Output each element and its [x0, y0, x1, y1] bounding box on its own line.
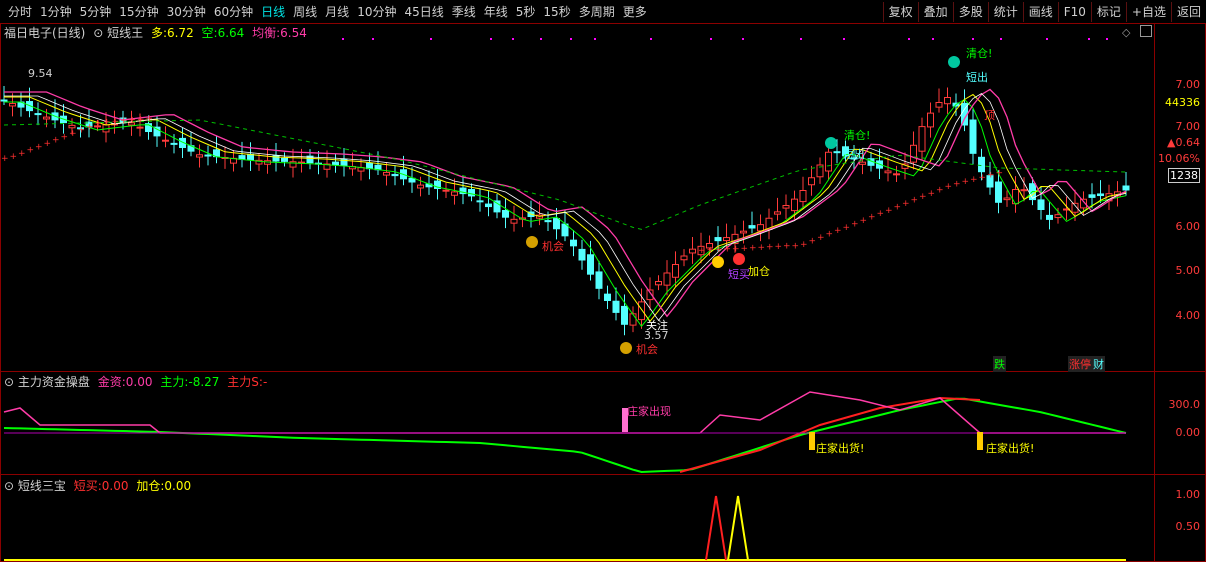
- junheng-label: 均衡:: [252, 26, 281, 40]
- qingcang-label-mid: 清仓!: [844, 129, 871, 142]
- jiacang-label: 加仓: [748, 265, 770, 278]
- axis-volume: 44336: [1165, 96, 1200, 109]
- collapse-icon[interactable]: ⊙: [93, 26, 103, 40]
- zhangting-badge: 涨停: [1068, 356, 1092, 372]
- period-tab[interactable]: 周线: [289, 2, 321, 22]
- period-tab[interactable]: 5分钟: [76, 2, 116, 22]
- junheng-value: 6.54: [280, 26, 307, 40]
- axis-percent: 10.06%: [1158, 152, 1200, 165]
- period-tab[interactable]: 日线: [257, 2, 289, 22]
- period-tab[interactable]: 多周期: [575, 2, 619, 22]
- toolbar-button[interactable]: 统计: [987, 1, 1023, 22]
- toolbar-button[interactable]: F10: [1057, 1, 1091, 22]
- chuhuo-label-2: 庄家出货!: [986, 442, 1035, 455]
- zhulis-label: 主力S:: [227, 375, 263, 389]
- collapse-icon[interactable]: ⊙: [4, 479, 14, 493]
- toolbar-button[interactable]: 复权: [882, 1, 918, 22]
- short-axis-05: 0.50: [1175, 520, 1201, 533]
- toolbar-button[interactable]: 返回: [1170, 1, 1206, 22]
- duanmai-value: 0.00: [101, 479, 129, 493]
- toolbar-button[interactable]: 画线: [1022, 1, 1058, 22]
- jihui-label-2: 机会: [636, 343, 658, 356]
- axis-price-400: 4.00: [1175, 309, 1201, 322]
- period-tab[interactable]: 15分钟: [115, 2, 162, 22]
- collapse-icon[interactable]: ⊙: [4, 375, 14, 389]
- zhuli-label: 主力:: [160, 375, 189, 389]
- period-tab[interactable]: 年线: [480, 2, 512, 22]
- die-badge: 跌: [993, 356, 1006, 372]
- qingcang-label-top: 清仓!: [966, 47, 993, 60]
- duanchu-label-mid: 短出: [843, 148, 865, 161]
- function-buttons: 复权 叠加 多股 统计 画线 F10 标记 +自选 返回: [882, 0, 1206, 23]
- kong-value: 6.64: [217, 26, 245, 40]
- period-tab[interactable]: 45日线: [400, 2, 447, 22]
- duo-label: 多:: [150, 26, 167, 40]
- chuhuo-label-1: 庄家出货!: [816, 442, 865, 455]
- period-tab[interactable]: 更多: [619, 2, 651, 22]
- axis-price-600: 6.00: [1175, 220, 1201, 233]
- indicator-name[interactable]: 短线王: [107, 26, 143, 40]
- toolbar-button[interactable]: 多股: [952, 1, 988, 22]
- cai-badge: 财: [1092, 356, 1105, 372]
- period-tab[interactable]: 30分钟: [163, 2, 210, 22]
- ding-label: 顶: [984, 109, 995, 122]
- capital-axis-0: 0.00: [1175, 426, 1201, 439]
- period-tab[interactable]: 10分钟: [353, 2, 400, 22]
- jinzi-label: 金资:: [97, 375, 126, 389]
- period-tab[interactable]: 5秒: [512, 2, 540, 22]
- zhuli-value: -8.27: [188, 375, 220, 389]
- duanchu-label-top: 短出: [966, 71, 988, 84]
- short-axis-1: 1.00: [1175, 488, 1201, 501]
- main-panel-header: 福日电子(日线) ⊙ 短线王 多:6.72 空:6.64 均衡:6.54: [4, 24, 307, 41]
- duanmai-label: 短买: [728, 268, 750, 281]
- period-toolbar: 分时 1分钟 5分钟 15分钟 30分钟 60分钟 日线 周线 月线 10分钟 45日线 季线 年线 5秒…: [0, 0, 1206, 24]
- jiacang-label: 加仓:: [136, 479, 165, 493]
- duanmai-label: 短买:: [73, 479, 102, 493]
- axis-current: 1238: [1168, 168, 1200, 183]
- kong-label: 空:: [201, 26, 218, 40]
- stock-name[interactable]: 福日电子(日线): [4, 26, 85, 40]
- period-tab[interactable]: 60分钟: [210, 2, 257, 22]
- axis-change: ▲0.64: [1167, 136, 1200, 149]
- jiacang-value: 0.00: [164, 479, 192, 493]
- period-tabs: 分时 1分钟 5分钟 15分钟 30分钟 60分钟 日线 周线 月线 10分钟 45日线 季线 年线 5秒…: [4, 0, 651, 23]
- axis-price-700-top: 7.00: [1175, 78, 1201, 91]
- jinzi-value: 0.00: [125, 375, 153, 389]
- high-price-marker: 9.54: [28, 67, 53, 80]
- duo-value: 6.72: [166, 26, 194, 40]
- zhuangjia-chuxian-label: 庄家出现: [627, 405, 671, 418]
- period-tab[interactable]: 分时: [4, 2, 36, 22]
- axis-price-700: 7.00: [1175, 120, 1201, 133]
- short-line-header: ⊙ 短线三宝 短买:0.00 加仓:0.00: [4, 477, 191, 494]
- period-tab[interactable]: 1分钟: [36, 2, 76, 22]
- capital-flow-title[interactable]: 主力资金操盘: [18, 375, 90, 389]
- capital-flow-header: ⊙ 主力资金操盘 金资:0.00 主力:-8.27 主力S:-: [4, 373, 267, 390]
- price-axis-divider: [1154, 23, 1155, 562]
- period-tab[interactable]: 季线: [448, 2, 480, 22]
- period-tab[interactable]: 15秒: [539, 2, 574, 22]
- zhulis-value: -: [262, 375, 268, 389]
- period-tab[interactable]: 月线: [321, 2, 353, 22]
- jihui-label-1: 机会: [542, 240, 564, 253]
- capital-axis-300: 300.0: [1168, 398, 1201, 411]
- toolbar-button[interactable]: 叠加: [917, 1, 953, 22]
- short-line-title[interactable]: 短线三宝: [18, 479, 66, 493]
- panel-settings-icon[interactable]: ◇: [1122, 26, 1130, 39]
- main-chart-panel[interactable]: [0, 23, 1206, 372]
- toolbar-button[interactable]: +自选: [1125, 1, 1171, 22]
- axis-price-500: 5.00: [1175, 264, 1201, 277]
- panel-close-icon[interactable]: [1140, 25, 1152, 37]
- toolbar-button[interactable]: 标记: [1090, 1, 1126, 22]
